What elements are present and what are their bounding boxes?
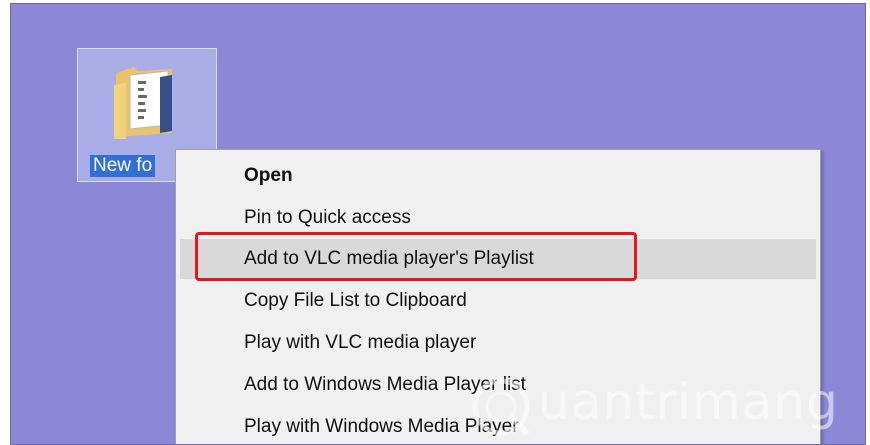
menu-item-copy-file-list[interactable]: Copy File List to Clipboard xyxy=(180,281,816,321)
folder-label: New fo xyxy=(90,155,156,177)
menu-item-add-to-wmp-list[interactable]: Add to Windows Media Player list xyxy=(180,365,816,405)
menu-item-pin-to-quick-access[interactable]: Pin to Quick access xyxy=(180,198,816,238)
menu-item-play-with-vlc[interactable]: Play with VLC media player xyxy=(180,323,816,363)
screenshot-frame: New fo Open Pin to Quick access Add to V… xyxy=(0,0,870,445)
context-menu: Open Pin to Quick access Add to VLC medi… xyxy=(175,149,821,444)
folder-icon xyxy=(114,67,172,139)
menu-item-open[interactable]: Open xyxy=(180,156,816,196)
desktop[interactable]: New fo Open Pin to Quick access Add to V… xyxy=(10,3,866,445)
menu-item-add-to-vlc-playlist[interactable]: Add to VLC media player's Playlist xyxy=(180,239,816,279)
menu-item-play-with-wmp[interactable]: Play with Windows Media Player xyxy=(180,407,816,444)
